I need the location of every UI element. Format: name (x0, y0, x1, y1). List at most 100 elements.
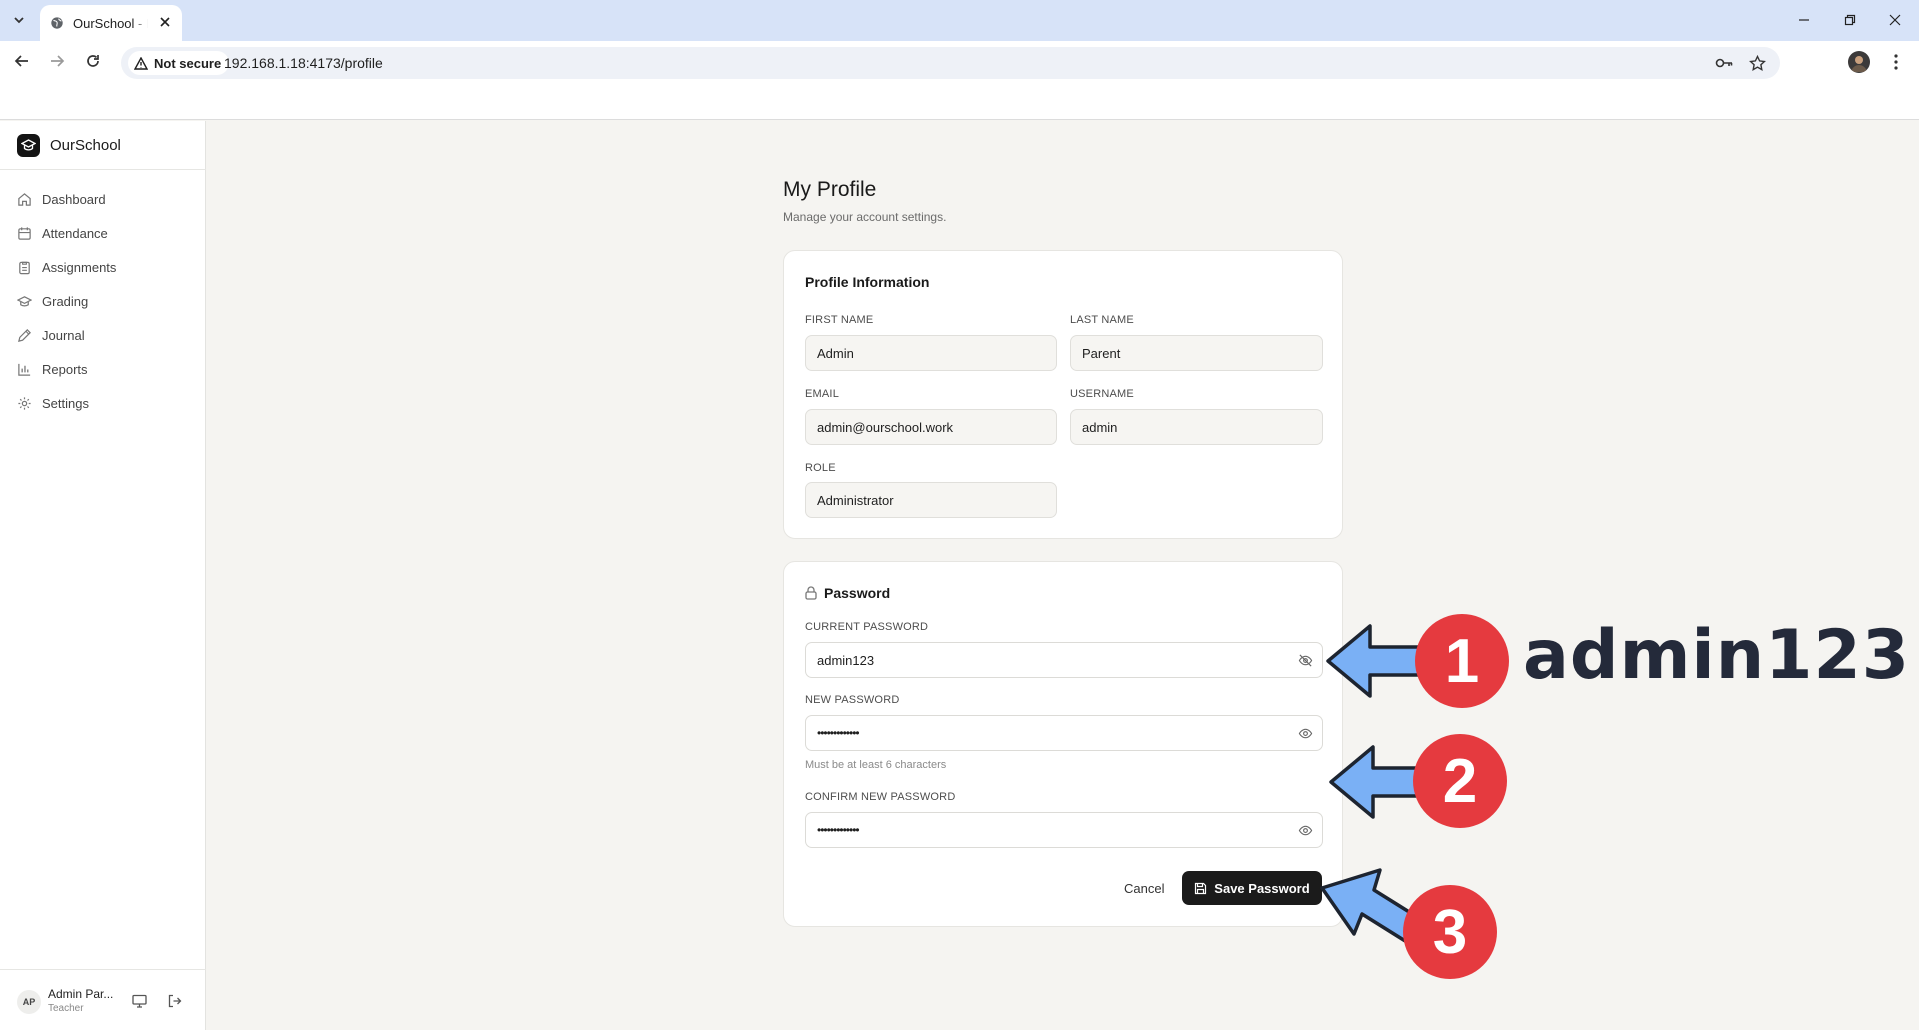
sidebar-item-label: Settings (42, 395, 89, 411)
security-label: Not secure (154, 55, 222, 71)
sidebar-item-label: Journal (42, 327, 85, 343)
star-icon (1748, 54, 1766, 71)
tab-search-button[interactable] (6, 8, 32, 32)
close-icon (1889, 14, 1901, 26)
url-text[interactable]: 192.168.1.18:4173/profile (224, 55, 383, 71)
username-field[interactable]: admin (1070, 409, 1323, 445)
browser-profile-avatar[interactable] (1848, 51, 1870, 73)
home-icon (18, 192, 31, 206)
calendar-icon (18, 226, 31, 240)
brand[interactable]: OurSchool (17, 134, 121, 157)
display-toggle-button[interactable] (130, 992, 148, 1010)
eye-icon[interactable] (1298, 726, 1313, 741)
password-card: Password CURRENT PASSWORD admin123 NEW P… (783, 561, 1343, 927)
card-title: Profile Information (805, 274, 930, 290)
step-badge-3: 3 (1403, 885, 1497, 979)
password-hint: Must be at least 6 characters (805, 759, 947, 771)
browser-tab-strip: OurSchool - Ho (0, 0, 1919, 41)
globe-icon (51, 17, 63, 29)
new-password-value: ••••••••••••• (817, 726, 860, 740)
sidebar-item-grading[interactable]: Grading (17, 290, 88, 312)
last-name-field[interactable]: Parent (1070, 335, 1323, 371)
eye-icon[interactable] (1298, 823, 1313, 838)
new-password-label: NEW PASSWORD (805, 694, 900, 706)
bookmark-button[interactable] (1747, 53, 1767, 73)
username-label: USERNAME (1070, 388, 1134, 400)
confirm-password-value: ••••••••••••• (817, 823, 860, 837)
chevron-down-icon (14, 17, 24, 24)
minimize-button[interactable] (1794, 10, 1814, 30)
current-password-value: admin123 (817, 652, 875, 668)
sidebar-item-settings[interactable]: Settings (17, 392, 89, 414)
page-subtitle: Manage your account settings. (783, 210, 947, 224)
pen-icon (18, 328, 31, 342)
graduation-cap-logo-icon (21, 139, 36, 151)
restore-button[interactable] (1840, 10, 1860, 30)
back-button[interactable] (10, 49, 34, 73)
eye-off-icon[interactable] (1298, 653, 1313, 668)
sidebar-item-attendance[interactable]: Attendance (17, 222, 108, 244)
reload-icon (87, 55, 99, 67)
bar-chart-icon (18, 363, 31, 376)
save-icon (1195, 882, 1207, 894)
sidebar-item-label: Attendance (42, 225, 108, 241)
role-label: ROLE (805, 462, 836, 474)
divider (0, 969, 206, 970)
confirm-password-field[interactable]: ••••••••••••• (805, 812, 1323, 848)
sidebar-item-label: Assignments (42, 259, 117, 275)
step-badge-2: 2 (1413, 734, 1507, 828)
bookmarks-bar (0, 81, 1919, 120)
logo (17, 134, 40, 157)
browser-tab[interactable]: OurSchool - Ho (40, 5, 182, 41)
restore-icon (1844, 14, 1856, 26)
current-password-field[interactable]: admin123 (805, 642, 1323, 678)
confirm-password-label: CONFIRM NEW PASSWORD (805, 791, 956, 803)
sidebar-item-label: Dashboard (42, 191, 106, 207)
security-indicator[interactable]: Not secure (128, 51, 230, 75)
brand-name: OurSchool (50, 137, 121, 154)
browser-menu-button[interactable] (1886, 52, 1906, 72)
avatar[interactable]: AP (17, 990, 41, 1014)
profile-photo-icon (1851, 56, 1867, 72)
kebab-menu-icon (1894, 54, 1898, 70)
cancel-button[interactable]: Cancel (1114, 871, 1174, 905)
password-card-title: Password (824, 585, 891, 601)
save-password-label: Save Password (1214, 880, 1310, 896)
role-field[interactable]: Administrator (805, 482, 1057, 518)
reload-button[interactable] (81, 49, 105, 73)
email-field[interactable]: admin@ourschool.work (805, 409, 1057, 445)
gear-icon (18, 396, 31, 410)
first-name-label: FIRST NAME (805, 314, 874, 326)
sidebar-item-label: Grading (42, 293, 89, 309)
save-password-button[interactable]: Save Password (1182, 871, 1322, 905)
logout-button[interactable] (165, 992, 183, 1010)
minimize-icon (1799, 19, 1809, 21)
password-key-button[interactable] (1714, 53, 1734, 73)
warning-triangle-icon (134, 56, 148, 70)
email-label: EMAIL (805, 388, 840, 400)
close-window-button[interactable] (1885, 10, 1905, 30)
forward-button[interactable] (45, 49, 69, 73)
current-password-label: CURRENT PASSWORD (805, 621, 929, 633)
sidebar-item-assignments[interactable]: Assignments (17, 256, 116, 278)
sidebar-item-dashboard[interactable]: Dashboard (17, 188, 106, 210)
annotation-arrow-1 (1326, 624, 1425, 698)
sidebar: OurSchool Dashboard Attendance Assignmen… (0, 121, 206, 1030)
step-badge-1: 1 (1415, 614, 1509, 708)
user-role: Teacher (48, 1003, 84, 1014)
first-name-field[interactable]: Admin (805, 335, 1057, 371)
monitor-icon (131, 994, 147, 1008)
last-name-label: LAST NAME (1070, 314, 1134, 326)
lock-icon (805, 586, 817, 600)
close-tab-icon[interactable] (158, 15, 172, 29)
sidebar-item-journal[interactable]: Journal (17, 324, 85, 346)
tab-title: OurSchool - Ho (73, 15, 148, 31)
logout-icon (168, 994, 181, 1008)
sidebar-item-reports[interactable]: Reports (17, 358, 88, 380)
page-title: My Profile (783, 178, 877, 201)
clipboard-icon (19, 261, 30, 274)
arrow-right-icon (51, 55, 65, 67)
arrow-left-icon (14, 55, 28, 67)
new-password-field[interactable]: ••••••••••••• (805, 715, 1323, 751)
user-name: Admin Par... (48, 987, 114, 1001)
